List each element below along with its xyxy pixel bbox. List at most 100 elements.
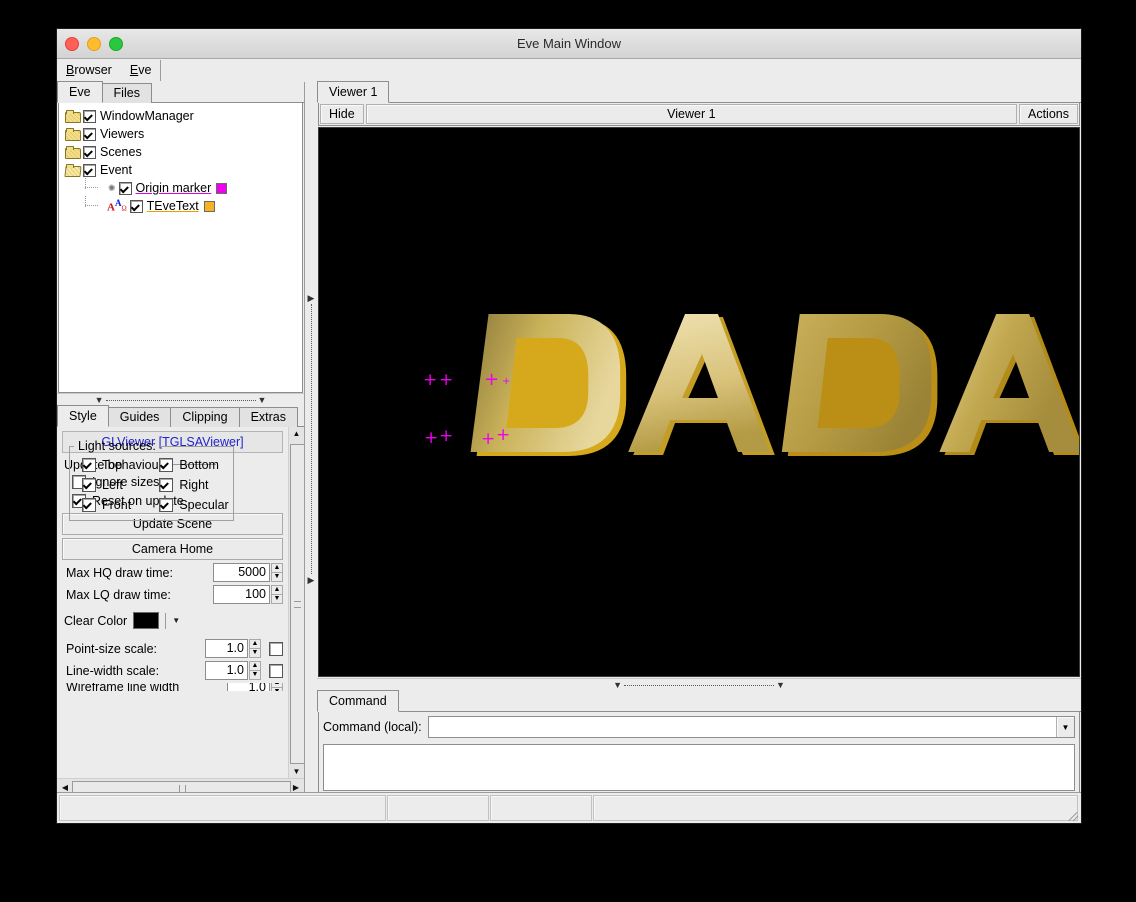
tree-item-origin-marker[interactable]: ✺ Origin marker <box>65 179 302 197</box>
tree-branch-line <box>85 182 107 194</box>
viewer-command-splitter[interactable]: ▼ ▼ <box>317 678 1081 691</box>
checkbox-label: Specular <box>179 498 228 512</box>
checkbox-label: Bottom <box>179 458 219 472</box>
scroll-left-arrow-icon[interactable]: ◀ <box>58 783 72 792</box>
gl-viewport[interactable]: + + + + + + + + <box>318 127 1080 677</box>
checkbox-label: Right <box>179 478 208 492</box>
tree-checkbox[interactable] <box>119 182 132 195</box>
stepper-down-icon[interactable]: ▼ <box>271 594 283 604</box>
origin-marker-cross: + <box>439 428 453 445</box>
menu-eve[interactable]: Eve <box>121 59 161 82</box>
tree-checkbox[interactable] <box>83 128 96 141</box>
checkbox-light-right[interactable]: Right <box>151 475 228 494</box>
tab-guides[interactable]: Guides <box>108 407 172 427</box>
chevron-down-icon[interactable]: ▼ <box>1056 717 1074 737</box>
window-title: Eve Main Window <box>57 29 1081 58</box>
eve-object-tree[interactable]: WindowManager Viewers Scenes <box>58 103 303 393</box>
stepper-up-icon[interactable]: ▲ <box>271 563 283 572</box>
max-hq-draw-time-input[interactable]: 5000 <box>213 563 270 582</box>
tree-checkbox[interactable] <box>130 200 143 213</box>
scroll-down-arrow-icon[interactable]: ▼ <box>289 765 304 778</box>
field-label: Line-width scale: <box>62 664 205 678</box>
camera-home-button[interactable]: Camera Home <box>62 538 283 560</box>
checkbox-light-specular[interactable]: Specular <box>151 495 228 514</box>
chevron-down-icon: ▼ <box>776 681 785 690</box>
command-tabstrip: Command <box>317 691 1081 712</box>
command-combo[interactable]: ▼ <box>428 716 1075 738</box>
command-panel: Command Command (local): ▼ <box>317 691 1081 796</box>
checkbox-label: Left <box>102 478 123 492</box>
actions-button[interactable]: Actions <box>1019 104 1078 124</box>
tree-checkbox[interactable] <box>83 110 96 123</box>
clear-color-row: Clear Color ▼ <box>64 612 283 629</box>
line-width-scale-checkbox[interactable] <box>269 664 283 678</box>
checkbox-light-left[interactable]: Left <box>74 475 151 494</box>
resize-grip-icon[interactable] <box>1065 807 1079 821</box>
checkbox-box[interactable] <box>82 458 96 472</box>
tree-item-scenes[interactable]: Scenes <box>65 143 302 161</box>
tree-checkbox[interactable] <box>83 146 96 159</box>
stepper-down-icon[interactable]: ▼ <box>249 648 261 658</box>
max-hq-draw-time-stepper[interactable]: ▲ ▼ <box>271 563 283 582</box>
tree-item-label: Viewers <box>100 127 144 141</box>
scroll-up-arrow-icon[interactable]: ▲ <box>289 427 304 440</box>
tab-extras[interactable]: Extras <box>239 407 298 427</box>
checkbox-light-front[interactable]: Front <box>74 495 151 514</box>
tab-clipping[interactable]: Clipping <box>170 407 239 427</box>
checkbox-light-bottom[interactable]: Bottom <box>151 455 228 474</box>
checkbox-box[interactable] <box>159 478 173 492</box>
command-output[interactable] <box>323 744 1075 791</box>
chevron-down-icon: ▼ <box>613 681 622 690</box>
stepper-up-icon[interactable]: ▲ <box>271 585 283 594</box>
stepper-down-icon[interactable]: ▼ <box>271 687 283 692</box>
checkbox-box[interactable] <box>159 498 173 512</box>
max-lq-draw-time-stepper[interactable]: ▲ ▼ <box>271 585 283 604</box>
folder-icon <box>65 128 80 140</box>
tree-item-tevetext[interactable]: AAΩ TEveText <box>65 197 302 215</box>
editor-vertical-scrollbar[interactable]: ▲ ▼ <box>288 427 304 778</box>
point-size-scale-stepper[interactable]: ▲ ▼ <box>249 639 261 658</box>
tab-viewer-1[interactable]: Viewer 1 <box>317 81 389 103</box>
wireframe-line-width-stepper[interactable]: ▲ ▼ <box>271 683 283 691</box>
checkbox-box[interactable] <box>159 458 173 472</box>
color-swatch[interactable] <box>204 201 215 212</box>
hide-button[interactable]: Hide <box>320 104 364 124</box>
viewer-container: Viewer 1 Hide Viewer 1 Actions <box>317 82 1081 678</box>
wireframe-line-width-input[interactable]: 1.0 <box>227 683 270 691</box>
clear-color-swatch[interactable] <box>133 612 159 629</box>
tab-files[interactable]: Files <box>102 83 152 103</box>
status-cell-1 <box>59 795 386 821</box>
scrollbar-thumb[interactable] <box>290 444 304 764</box>
tree-item-event[interactable]: Event <box>65 161 302 179</box>
line-width-scale-input[interactable]: 1.0 <box>205 661 248 680</box>
max-lq-draw-time-input[interactable]: 100 <box>213 585 270 604</box>
stepper-down-icon[interactable]: ▼ <box>271 572 283 582</box>
checkbox-box[interactable] <box>82 498 96 512</box>
command-input[interactable] <box>429 717 1056 737</box>
tree-checkbox[interactable] <box>83 164 96 177</box>
chevron-down-icon[interactable]: ▼ <box>172 616 180 625</box>
checkbox-box[interactable] <box>82 478 96 492</box>
line-width-scale-stepper[interactable]: ▲ ▼ <box>249 661 261 680</box>
stepper-down-icon[interactable]: ▼ <box>249 670 261 680</box>
main-split-container: Eve Files WindowManager Viewers <box>57 82 1081 796</box>
tab-command[interactable]: Command <box>317 690 399 712</box>
tree-item-viewers[interactable]: Viewers <box>65 125 302 143</box>
menu-browser[interactable]: Browser <box>57 59 121 82</box>
point-size-scale-input[interactable]: 1.0 <box>205 639 248 658</box>
stepper-up-icon[interactable]: ▲ <box>249 661 261 670</box>
stepper-up-icon[interactable]: ▲ <box>249 639 261 648</box>
scrollbar-track[interactable] <box>290 440 303 765</box>
point-size-scale-checkbox[interactable] <box>269 642 283 656</box>
scroll-right-arrow-icon[interactable]: ▶ <box>289 783 303 792</box>
viewer-toolbar: Hide Viewer 1 Actions <box>318 103 1080 126</box>
menu-empty-space <box>161 59 1081 82</box>
tree-item-windowmanager[interactable]: WindowManager <box>65 107 302 125</box>
vertical-splitter[interactable]: ▶ ▶ <box>305 82 317 796</box>
status-cell-3 <box>490 795 592 821</box>
splitter-dots <box>106 400 256 401</box>
tab-style[interactable]: Style <box>57 405 109 427</box>
tab-eve[interactable]: Eve <box>57 81 103 103</box>
color-swatch[interactable] <box>216 183 227 194</box>
checkbox-light-top[interactable]: Top <box>74 455 151 474</box>
